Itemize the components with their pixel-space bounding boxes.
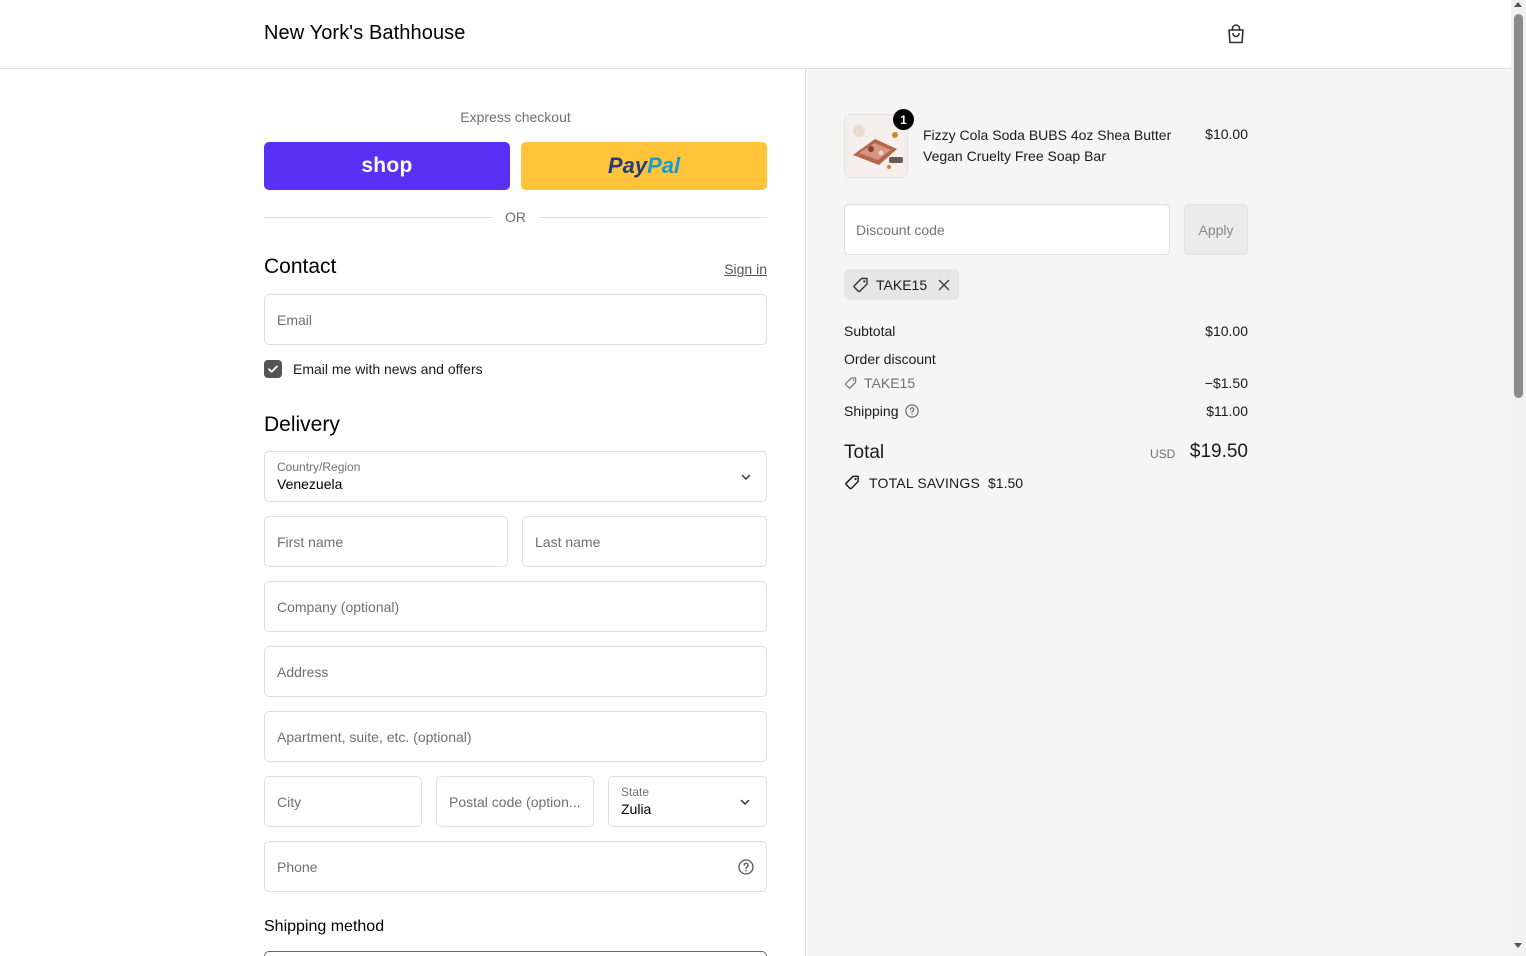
quantity-badge: 1 [893, 109, 914, 130]
country-select-label: Country/Region [277, 460, 361, 474]
newsletter-label: Email me with news and offers [293, 361, 483, 377]
discount-code-row: TAKE15 [844, 375, 915, 391]
chevron-down-icon [740, 799, 750, 805]
close-icon[interactable] [937, 278, 951, 292]
shipping-value: $11.00 [1206, 403, 1248, 419]
help-circle-icon[interactable] [738, 859, 754, 875]
subtotal-label: Subtotal [844, 323, 896, 339]
shop-pay-button[interactable]: shop [264, 142, 510, 190]
order-summary-panel [805, 69, 1511, 956]
paypal-button[interactable]: Pay Pal [521, 142, 767, 190]
paypal-label-part1: Pay [607, 153, 648, 178]
total-savings-label: TOTAL SAVINGS [869, 474, 980, 491]
subtotal-value: $10.00 [1205, 323, 1248, 339]
chevron-down-icon [741, 474, 751, 480]
phone-field[interactable] [264, 841, 767, 892]
state-select-value: Zulia [621, 801, 652, 817]
shipping-label: Shipping [844, 403, 899, 419]
help-circle-icon[interactable] [904, 404, 919, 418]
phone-input[interactable] [265, 842, 766, 891]
apartment-input[interactable] [265, 712, 766, 761]
company-field[interactable] [264, 581, 767, 632]
newsletter-checkbox[interactable] [264, 360, 282, 378]
total-label: Total [844, 442, 885, 463]
header: New York's Bathhouse [0, 0, 1511, 69]
country-select[interactable]: Country/Region Venezuela [264, 451, 767, 502]
shipping-method-heading: Shipping method [264, 918, 385, 935]
total-value: $19.50 [1189, 441, 1248, 462]
or-divider: OR [264, 208, 767, 226]
total-savings-value: $1.50 [988, 474, 1024, 491]
company-input[interactable] [265, 582, 766, 631]
savings-tag-icon [845, 475, 859, 490]
apartment-field[interactable] [264, 711, 767, 762]
or-label: OR [505, 209, 526, 225]
first-name-field[interactable] [264, 516, 508, 567]
last-name-field[interactable] [522, 516, 767, 567]
address-input[interactable] [265, 647, 766, 696]
city-field[interactable] [264, 776, 422, 827]
page-scrollbar[interactable] [1511, 0, 1526, 956]
product-name: Fizzy Cola Soda BUBS 4oz Shea Butter Veg… [923, 127, 1172, 164]
applied-code-label: TAKE15 [876, 276, 928, 293]
discount-amount: −$1.50 [1204, 375, 1248, 391]
discount-code-name: TAKE15 [864, 375, 916, 391]
applied-discount-chip: TAKE15 [844, 269, 960, 300]
newsletter-checkbox-row[interactable]: Email me with news and offers [264, 360, 483, 378]
shipping-row: Shipping [844, 403, 919, 419]
state-select-label: State [621, 785, 650, 799]
sign-in-link[interactable]: Sign in [700, 261, 767, 277]
state-select[interactable]: State Zulia [608, 776, 767, 827]
checkmark-icon [268, 365, 278, 373]
email-field[interactable] [264, 294, 767, 345]
product-price: $10.00 [1205, 126, 1248, 142]
scroll-down-arrow-icon[interactable] [1514, 943, 1522, 948]
apply-discount-button[interactable]: Apply [1184, 204, 1248, 255]
express-checkout-label: Express checkout [460, 109, 571, 125]
address-field[interactable] [264, 646, 767, 697]
discount-code-input[interactable] [845, 205, 1169, 254]
scrollbar-thumb[interactable] [1514, 14, 1523, 398]
order-discount-label: Order discount [844, 351, 936, 367]
country-select-value: Venezuela [277, 476, 343, 492]
shipping-method-box[interactable] [264, 951, 767, 956]
discount-code-field[interactable] [844, 204, 1170, 255]
last-name-input[interactable] [523, 517, 766, 566]
tag-icon [844, 377, 857, 389]
paypal-label-part2: Pal [647, 153, 681, 178]
postal-code-field[interactable] [436, 776, 594, 827]
tag-icon [853, 277, 868, 292]
delivery-heading: Delivery [264, 413, 340, 436]
store-name[interactable]: New York's Bathhouse [264, 22, 466, 45]
email-input[interactable] [265, 295, 766, 344]
scroll-up-arrow-icon[interactable] [1514, 2, 1522, 7]
first-name-input[interactable] [265, 517, 507, 566]
postal-code-input[interactable] [437, 777, 593, 826]
total-currency: USD [1150, 447, 1176, 461]
shop-pay-label: shop [361, 154, 413, 177]
shopping-bag-icon[interactable] [1224, 22, 1248, 46]
city-input[interactable] [265, 777, 421, 826]
total-savings-row: TOTAL SAVINGS $1.50 [844, 474, 1023, 491]
contact-heading: Contact [264, 255, 337, 278]
